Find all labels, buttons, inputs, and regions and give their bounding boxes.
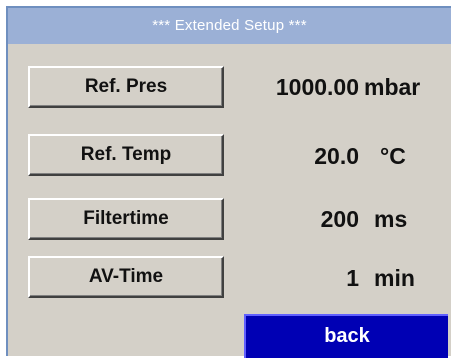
back-button[interactable]: back <box>244 314 448 358</box>
ref-temp-button[interactable]: Ref. Temp <box>28 134 224 176</box>
filtertime-button[interactable]: Filtertime <box>28 198 224 240</box>
page-title: *** Extended Setup *** <box>8 8 451 44</box>
av-time-value: 1 <box>346 265 359 291</box>
filtertime-unit: ms <box>374 206 408 232</box>
av-time-button[interactable]: AV-Time <box>28 256 224 298</box>
ref-temp-unit: °C <box>380 143 406 169</box>
av-time-unit: min <box>374 265 415 291</box>
ref-temp-value: 20.0 <box>314 143 359 169</box>
ref-pres-value: 1000.00 <box>275 74 359 100</box>
ref-pres-button[interactable]: Ref. Pres <box>28 66 224 108</box>
filtertime-value: 200 <box>320 206 359 232</box>
extended-setup-screen: *** Extended Setup *** Ref. Pres 1000.00… <box>6 6 451 358</box>
ref-pres-unit: mbar <box>364 74 421 100</box>
